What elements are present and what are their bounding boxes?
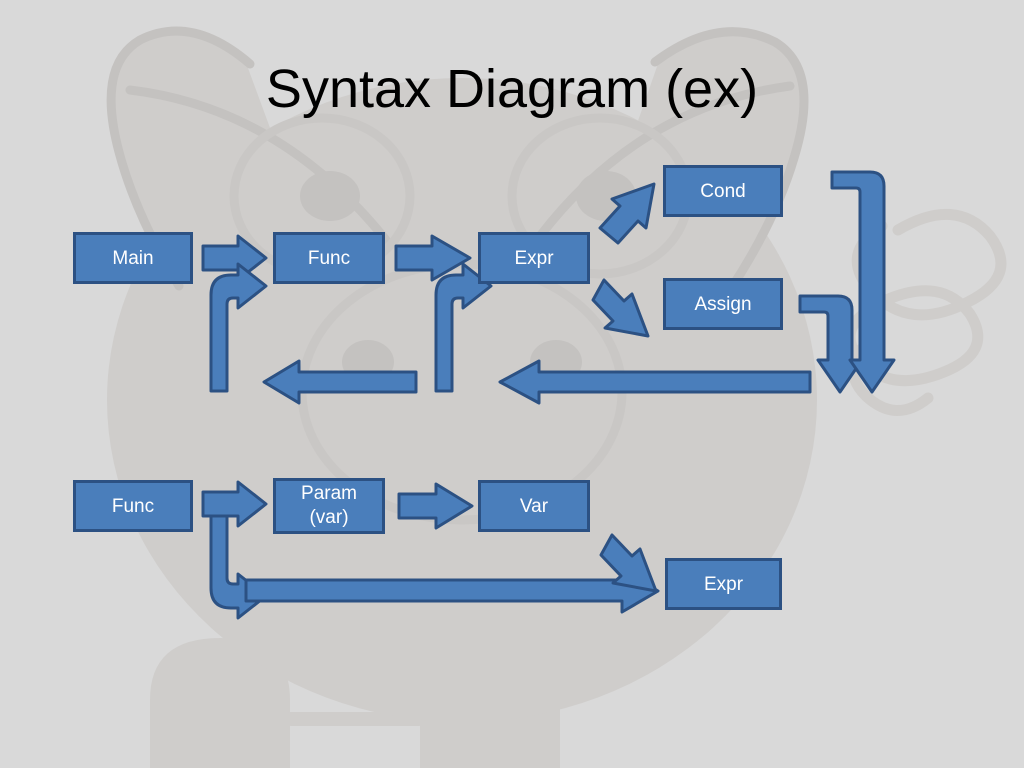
node-var-label: Var — [519, 495, 549, 517]
arrow-func2-loop-down — [209, 514, 268, 620]
diagram-connectors: .ar { fill:#4a7ebb; stroke:#2c5183; stro… — [201, 170, 896, 620]
node-expr-label: Expr — [514, 247, 554, 269]
arrow-func-loop-back — [209, 262, 268, 393]
node-param-label-line2: (var) — [309, 507, 349, 528]
node-func2[interactable]: Func — [73, 480, 193, 532]
node-cond-label: Cond — [700, 180, 746, 202]
node-param[interactable]: Param (var) — [273, 478, 385, 534]
arrow-param-to-var — [397, 482, 474, 530]
node-func[interactable]: Func — [273, 232, 385, 284]
node-expr2-label: Expr — [703, 573, 744, 595]
node-main[interactable]: Main — [73, 232, 193, 284]
arrow-expr-to-cond — [598, 182, 656, 245]
node-assign[interactable]: Assign — [663, 278, 783, 330]
node-param-label-line1: Param — [301, 483, 357, 504]
slide-canvas: Syntax Diagram (ex) .ar { fill:#4a7ebb; … — [0, 0, 1024, 768]
node-assign-label: Assign — [694, 293, 752, 315]
arrow-func-return-line — [262, 359, 418, 405]
arrow-expr-to-assign — [591, 278, 650, 338]
node-main-label: Main — [112, 247, 154, 269]
node-func2-label: Func — [111, 495, 155, 517]
node-cond[interactable]: Cond — [663, 165, 783, 217]
node-expr[interactable]: Expr — [478, 232, 590, 284]
arrow-param-bypass-line — [244, 567, 660, 614]
arrow-main-to-func — [201, 234, 268, 282]
arrow-func-to-expr — [394, 234, 472, 282]
node-var[interactable]: Var — [478, 480, 590, 532]
node-func-label: Func — [307, 247, 351, 269]
arrow-expr-return-line — [498, 359, 812, 405]
node-expr2[interactable]: Expr — [665, 558, 782, 610]
